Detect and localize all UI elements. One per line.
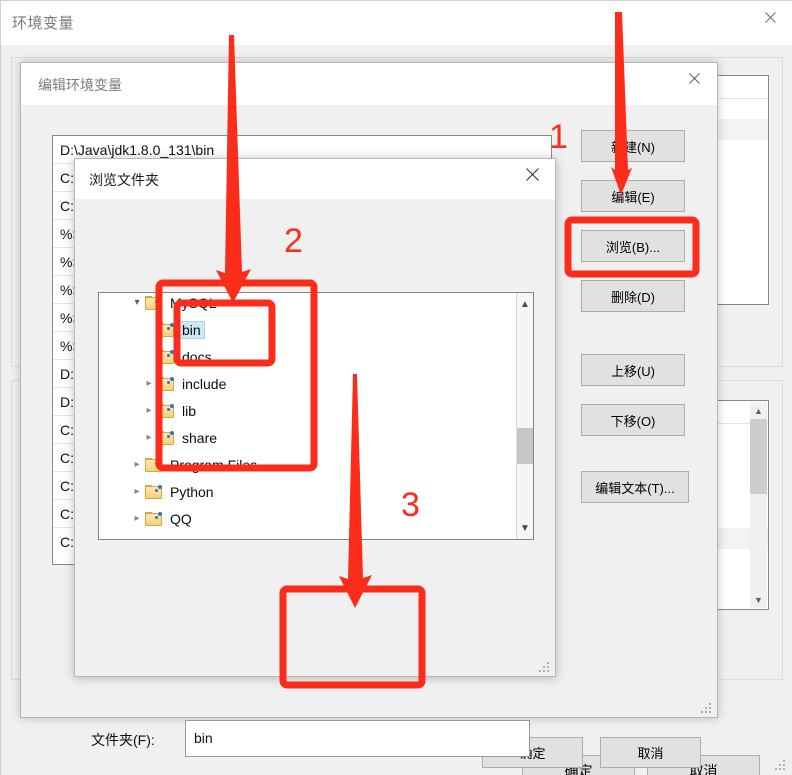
edit-variable-cancel-button[interactable]: 取消: [600, 737, 701, 768]
folder-icon: [145, 295, 162, 310]
annotation-number-3: 3: [401, 486, 420, 524]
tree-item-label: lib: [182, 402, 197, 419]
folder-icon: [157, 403, 174, 418]
edit-text-button[interactable]: 编辑文本(T)...: [581, 471, 689, 503]
tree-item[interactable]: ▸ lib: [99, 397, 515, 424]
tree-item[interactable]: ▸ Program Files: [99, 451, 515, 478]
tree-item[interactable]: ▸ include: [99, 370, 515, 397]
chevron-down-icon[interactable]: ▾: [129, 297, 145, 308]
system-table-scrollbar[interactable]: ▲ ▼: [750, 402, 767, 608]
edit-entry-button[interactable]: 编辑(E): [581, 180, 685, 212]
move-up-button[interactable]: 上移(U): [581, 354, 685, 386]
folder-icon: [145, 538, 162, 539]
browse-resize-grip[interactable]: [539, 660, 552, 673]
folder-tree[interactable]: ▾ MySQL bin docs ▸ include ▸ lib ▸ share…: [98, 292, 534, 540]
chevron-right-icon[interactable]: ▸: [141, 378, 157, 389]
screenshot-root: 环境变量 OneDrive C:\Users\Administrator\One…: [0, 0, 792, 775]
new-entry-button[interactable]: 新建(N): [581, 130, 685, 162]
scrollbar-thumb[interactable]: [750, 419, 767, 494]
annotation-number-1: 1: [549, 118, 568, 156]
close-glyph: [526, 167, 539, 181]
tree-item-label: docs: [182, 348, 212, 365]
move-down-button[interactable]: 下移(O): [581, 404, 685, 436]
edit-variable-title: 编辑环境变量: [38, 77, 122, 93]
tree-item-label: Python: [170, 483, 214, 500]
close-glyph: [688, 72, 700, 84]
browse-folder-title: 浏览文件夹: [89, 172, 159, 188]
tree-item-label: SolidWorks 2019: [167, 538, 279, 540]
tree-item[interactable]: ▸ Python: [99, 478, 515, 505]
chevron-right-icon[interactable]: ▸: [129, 486, 145, 497]
delete-entry-button[interactable]: 删除(D): [581, 280, 685, 312]
window-resize-grip[interactable]: [775, 758, 788, 771]
browse-folder-dialog: 浏览文件夹 ▾ MySQL bin docs ▸ include ▸ lib ▸…: [74, 158, 556, 757]
folder-name-input[interactable]: bin: [185, 720, 530, 757]
chevron-down-icon[interactable]: ▼: [517, 519, 533, 537]
chevron-down-icon[interactable]: ▼: [750, 591, 767, 608]
tree-item-label: bin: [178, 320, 205, 339]
tree-item[interactable]: ▾ MySQL: [99, 293, 515, 316]
tree-item-label: share: [182, 429, 218, 446]
folder-icon: [157, 322, 174, 337]
chevron-up-icon[interactable]: ▲: [750, 402, 767, 419]
browse-folder-titlebar: 浏览文件夹: [75, 159, 555, 199]
folder-icon: [145, 484, 162, 499]
folder-icon: [157, 349, 174, 364]
chevron-up-icon[interactable]: ▲: [517, 295, 533, 313]
tree-item[interactable]: docs: [99, 343, 515, 370]
tree-item-label: Program Files: [170, 456, 258, 473]
close-icon[interactable]: [671, 63, 717, 93]
tree-item-label: QQ: [170, 510, 192, 527]
chevron-right-icon[interactable]: ▸: [141, 432, 157, 443]
folder-icon: [157, 430, 174, 445]
scrollbar-thumb[interactable]: [517, 428, 533, 464]
tree-item[interactable]: ▸ QQ: [99, 505, 515, 532]
annotation-number-2: 2: [284, 222, 303, 260]
tree-item[interactable]: bin: [99, 316, 515, 343]
close-glyph: [764, 11, 776, 23]
dialog-resize-grip[interactable]: [701, 701, 714, 714]
tree-item-label: MySQL: [170, 294, 217, 311]
tree-item[interactable]: ▸ SolidWorks 2019: [99, 532, 515, 540]
chevron-right-icon[interactable]: ▸: [141, 405, 157, 416]
close-icon[interactable]: [510, 159, 555, 189]
environment-variables-titlebar: 环境变量: [1, 1, 792, 45]
edit-variable-titlebar: 编辑环境变量: [21, 63, 717, 105]
tree-item[interactable]: ▸ share: [99, 424, 515, 451]
folder-icon: [145, 511, 162, 526]
chevron-right-icon[interactable]: ▸: [129, 459, 145, 470]
tree-item-label: include: [182, 375, 227, 392]
close-icon[interactable]: [747, 1, 792, 33]
folder-icon: [145, 457, 162, 472]
environment-variables-title: 环境变量: [12, 15, 75, 32]
browse-entry-button[interactable]: 浏览(B)...: [581, 230, 685, 262]
folder-tree-scrollbar[interactable]: ▲ ▼: [516, 293, 533, 539]
chevron-right-icon[interactable]: ▸: [129, 513, 145, 524]
folder-field-label: 文件夹(F):: [91, 732, 155, 748]
folder-icon: [157, 376, 174, 391]
